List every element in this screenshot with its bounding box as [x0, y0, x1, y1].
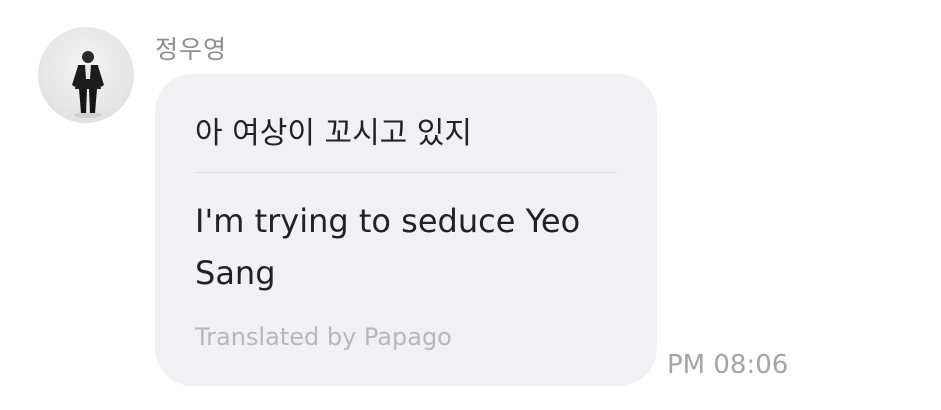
- original-message-text: 아 여상이 꼬시고 있지: [195, 116, 473, 151]
- profile-photo-icon: [72, 51, 104, 118]
- chat-message-row: 정우영 아 여상이 꼬시고 있지 I'm trying to seduce Ye…: [0, 0, 941, 410]
- sender-name: 정우영: [155, 35, 228, 64]
- avatar[interactable]: [38, 27, 134, 123]
- translated-message-text: I'm trying to seduce Yeo Sang: [195, 202, 581, 292]
- message-bubble[interactable]: 아 여상이 꼬시고 있지 I'm trying to seduce Yeo Sa…: [155, 74, 657, 386]
- message-timestamp: PM 08:06: [667, 350, 789, 380]
- translation-divider: [195, 172, 617, 173]
- translator-credit: Translated by Papago: [195, 323, 452, 351]
